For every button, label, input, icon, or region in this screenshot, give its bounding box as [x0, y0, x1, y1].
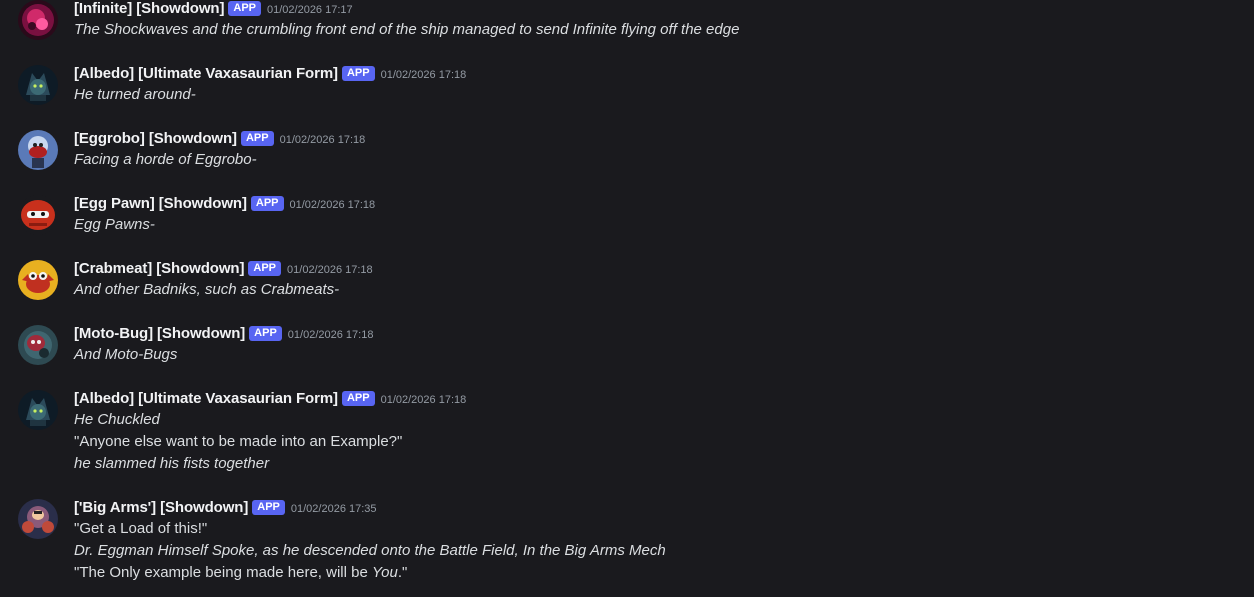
- infinite-avatar-icon[interactable]: [18, 0, 58, 40]
- message-content: [Crabmeat] [Showdown] APP 01/02/2026 17:18…: [74, 259, 1254, 301]
- moto-bug-avatar-icon[interactable]: [18, 325, 58, 365]
- message-text-segment: .": [397, 564, 408, 581]
- username[interactable]: [Egg Pawn] [Showdown]: [74, 195, 247, 212]
- message-line: Facing a horde of Eggrobo-: [74, 151, 257, 168]
- timestamp[interactable]: 01/02/2026 17:18: [287, 264, 373, 276]
- message-line: Dr. Eggman Himself Spoke, as he descende…: [74, 542, 666, 559]
- message-header: [Egg Pawn] [Showdown] APP 01/02/2026 17:18: [74, 194, 1254, 214]
- app-badge: APP: [252, 500, 285, 515]
- message-content: [Eggrobo] [Showdown] APP 01/02/2026 17:18 F…: [74, 129, 1254, 171]
- message-header: [Albedo] [Ultimate Vaxasaurian Form] APP 0…: [74, 389, 1254, 409]
- message-header: [Moto-Bug] [Showdown] APP 01/02/2026 17:18: [74, 324, 1254, 344]
- message-text-segment: "The Only example being made here, will …: [74, 564, 372, 581]
- message-line: He turned around-: [74, 86, 196, 103]
- username[interactable]: [Eggrobo] [Showdown]: [74, 130, 237, 147]
- message-line: "Anyone else want to be made into an Exa…: [74, 433, 403, 450]
- username[interactable]: [Moto-Bug] [Showdown]: [74, 325, 245, 342]
- app-badge: APP: [341, 66, 375, 81]
- eggrobo-avatar-icon[interactable]: [18, 130, 58, 170]
- message-header: ['Big Arms'] [Showdown] APP 01/02/2026 17:…: [74, 498, 1254, 518]
- crabmeat-avatar-icon[interactable]: [18, 260, 58, 300]
- message-content: [Egg Pawn] [Showdown] APP 01/02/2026 17:18…: [74, 194, 1254, 236]
- message-content: [Moto-Bug] [Showdown] APP 01/02/2026 17:18…: [74, 324, 1254, 366]
- egg-pawn-avatar-icon[interactable]: [18, 195, 58, 235]
- albedo-avatar-icon[interactable]: [18, 390, 58, 430]
- timestamp[interactable]: 01/02/2026 17:18: [280, 134, 366, 146]
- message-line: And other Badniks, such as Crabmeats-: [74, 281, 340, 298]
- timestamp[interactable]: 01/02/2026 17:18: [381, 69, 467, 81]
- message-content: [Albedo] [Ultimate Vaxasaurian Form] APP 0…: [74, 64, 1254, 106]
- timestamp[interactable]: 01/02/2026 17:18: [381, 394, 467, 406]
- message-line: "Get a Load of this!": [74, 520, 208, 537]
- timestamp[interactable]: 01/02/2026 17:17: [267, 4, 353, 16]
- message-header: [Eggrobo] [Showdown] APP 01/02/2026 17:18: [74, 129, 1254, 149]
- message-line: And Moto-Bugs: [74, 346, 178, 363]
- message-line: he slammed his fists together: [74, 455, 270, 472]
- message-line: "The Only example being made here, will …: [74, 562, 1254, 584]
- albedo-avatar-icon[interactable]: [18, 65, 58, 105]
- timestamp[interactable]: 01/02/2026 17:18: [288, 329, 374, 341]
- app-badge: APP: [240, 131, 274, 146]
- message-header: [Crabmeat] [Showdown] APP 01/02/2026 17:18: [74, 259, 1254, 279]
- message-line: He Chuckled: [74, 411, 160, 428]
- app-badge: APP: [228, 1, 261, 16]
- message-content: [Infinite] [Showdown] APP 01/02/2026 17:17…: [74, 0, 1254, 41]
- username[interactable]: [Albedo] [Ultimate Vaxasaurian Form]: [74, 390, 338, 407]
- message-text-segment: You: [371, 564, 398, 581]
- username[interactable]: [Infinite] [Showdown]: [74, 0, 224, 17]
- timestamp[interactable]: 01/02/2026 17:18: [290, 199, 376, 211]
- app-badge: APP: [248, 261, 282, 276]
- message-line: The Shockwaves and the crumbling front e…: [74, 21, 740, 38]
- timestamp[interactable]: 01/02/2026 17:35: [291, 503, 377, 515]
- message-content: ['Big Arms'] [Showdown] APP 01/02/2026 17:…: [74, 498, 1254, 584]
- app-badge: APP: [341, 391, 375, 406]
- app-badge: APP: [250, 196, 284, 211]
- chat-log: [Infinite] [Showdown] APP 01/02/2026 17:17…: [0, 0, 1254, 597]
- app-badge: APP: [249, 326, 282, 341]
- message-content: [Albedo] [Ultimate Vaxasaurian Form] APP 0…: [74, 389, 1254, 475]
- username[interactable]: [Albedo] [Ultimate Vaxasaurian Form]: [74, 65, 338, 82]
- message-line: Egg Pawns-: [74, 216, 155, 233]
- big-arms-avatar-icon[interactable]: [18, 499, 58, 539]
- message-header: [Albedo] [Ultimate Vaxasaurian Form] APP 0…: [74, 64, 1254, 84]
- message-header: [Infinite] [Showdown] APP 01/02/2026 17:17: [74, 0, 1254, 19]
- username[interactable]: ['Big Arms'] [Showdown]: [74, 499, 248, 516]
- username[interactable]: [Crabmeat] [Showdown]: [74, 260, 245, 277]
